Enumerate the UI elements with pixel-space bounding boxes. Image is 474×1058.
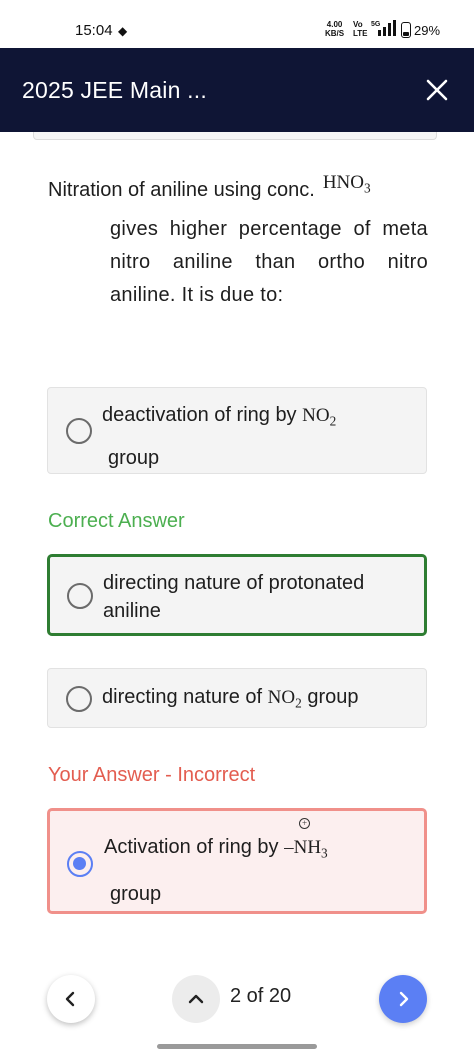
- status-time: 15:04: [75, 22, 113, 39]
- network-speed: 4.00 KB/S: [325, 20, 344, 38]
- question-formula: HNO3: [322, 172, 371, 196]
- option-1-formula-main: NO: [302, 405, 330, 426]
- option-3[interactable]: directing nature of NO2 group: [47, 668, 427, 728]
- option-1-text: deactivation of ring by NO2 group: [102, 401, 412, 472]
- option-4-formula-charge: +: [299, 818, 311, 829]
- battery-percent: 29%: [414, 23, 441, 38]
- option-4-label: Activation of ring by: [104, 836, 279, 858]
- previous-card-edge: [33, 132, 437, 140]
- question-text: Nitration of aniline using conc. HNO3 giv…: [48, 172, 428, 312]
- signal-icon: 5G: [371, 20, 396, 36]
- question-intro: Nitration of aniline using conc.: [48, 179, 315, 201]
- chevron-up-icon: [188, 994, 204, 1004]
- option-3-formula-main: NO: [267, 687, 296, 708]
- option-4-text: Activation of ring by + –NH3 group: [104, 818, 424, 908]
- battery-icon: [401, 22, 411, 38]
- option-3-formula-sub: 2: [295, 695, 302, 711]
- option-3-label: directing nature of: [102, 686, 263, 708]
- correct-answer-label: Correct Answer: [48, 510, 185, 532]
- option-4-formula-main: –NH: [284, 837, 322, 858]
- option-1-label: deactivation of ring by: [102, 404, 297, 426]
- network-type: 5G: [371, 21, 381, 28]
- expand-list-button[interactable]: [172, 975, 220, 1023]
- option-2-radio[interactable]: [67, 583, 93, 609]
- option-1-formula: NO2: [302, 405, 337, 429]
- question-line-1: Nitration of aniline using conc. HNO3: [48, 172, 428, 213]
- option-3-radio[interactable]: [66, 686, 92, 712]
- question-rest: gives higher percentage of meta nitro an…: [110, 217, 428, 306]
- home-indicator[interactable]: [157, 1044, 317, 1049]
- chevron-left-icon: [65, 991, 75, 1007]
- option-3-suffix: group: [307, 686, 359, 708]
- chevron-right-icon: [399, 991, 409, 1007]
- notification-icon: ◆: [118, 24, 128, 38]
- option-1-radio[interactable]: [66, 418, 92, 444]
- option-1[interactable]: deactivation of ring by NO2 group: [47, 387, 427, 474]
- network-speed-value: 4.00: [326, 20, 343, 29]
- volte-indicator: Vo LTE: [353, 20, 368, 38]
- network-speed-unit: KB/S: [325, 29, 345, 38]
- option-2[interactable]: directing nature of protonated aniline: [47, 554, 427, 636]
- option-4[interactable]: Activation of ring by + –NH3 group: [47, 808, 427, 914]
- page-counter: 2 of 20: [230, 985, 292, 1007]
- option-4-formula-sub: 3: [321, 845, 328, 861]
- close-button[interactable]: [421, 74, 453, 106]
- next-button[interactable]: [379, 975, 427, 1023]
- option-3-formula: NO2: [267, 687, 302, 711]
- option-4-radio[interactable]: [67, 851, 93, 877]
- your-answer-label: Your Answer - Incorrect: [48, 764, 256, 786]
- volte-bottom: LTE: [353, 29, 368, 38]
- previous-button[interactable]: [47, 975, 95, 1023]
- status-bar: 15:04 ◆ 4.00 KB/S Vo LTE 5G 29%: [0, 0, 474, 48]
- app-header: 2025 JEE Main ...: [0, 48, 474, 132]
- option-4-suffix: group: [110, 882, 162, 905]
- question-formula-main: HNO: [322, 172, 364, 193]
- option-2-text: directing nature of protonated aniline: [103, 572, 365, 622]
- page-title: 2025 JEE Main ...: [22, 77, 207, 103]
- option-1-formula-sub: 2: [329, 413, 337, 429]
- volte-top: Vo: [353, 20, 363, 29]
- option-3-text: directing nature of NO2 group: [102, 683, 422, 718]
- option-4-formula: + –NH3: [284, 818, 328, 868]
- option-1-suffix: group: [108, 446, 160, 469]
- question-formula-sub: 3: [364, 180, 371, 196]
- close-icon: [426, 79, 448, 101]
